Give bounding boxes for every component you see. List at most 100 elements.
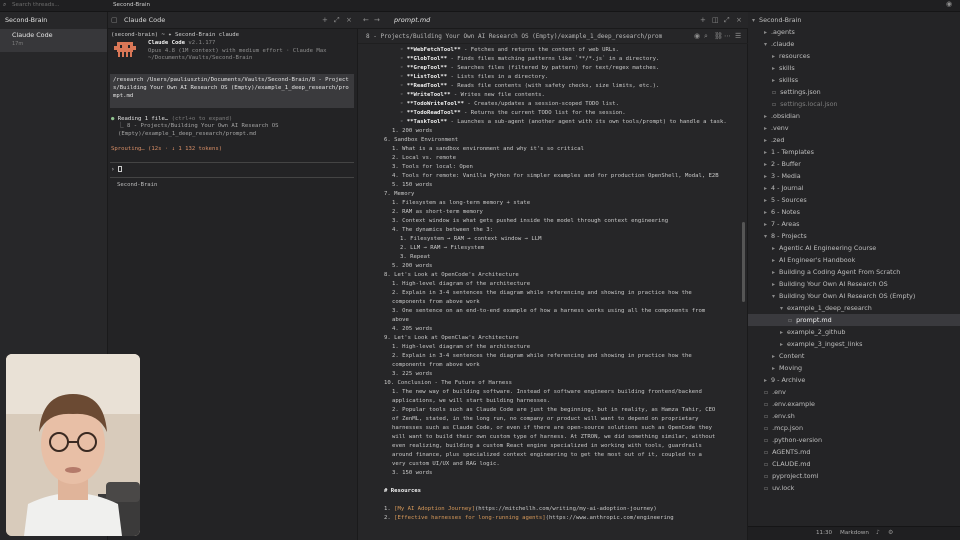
tree-item[interactable]: ▸ Building a Coding Agent From Scratch [748, 266, 960, 278]
tree-item[interactable]: ▫ .env.example [748, 398, 960, 410]
tree-item[interactable]: ▸ .obsidian [748, 110, 960, 122]
code-line[interactable]: 4. 205 words [358, 325, 742, 334]
split-icon[interactable]: ⤢ [334, 16, 340, 25]
search-icon[interactable]: ⌕ [704, 32, 708, 41]
editor-scrollbar[interactable] [742, 222, 745, 302]
tree-root[interactable]: ▾ Second-Brain [752, 14, 801, 26]
close-editor-icon[interactable]: × [736, 16, 742, 25]
tree-item[interactable]: ▾ 8 - Projects [748, 230, 960, 242]
tree-item[interactable]: ▫ .env [748, 386, 960, 398]
tree-item[interactable]: ▸ .agents [748, 26, 960, 38]
tree-item[interactable]: ▸ example_3_ingest_links [748, 338, 960, 350]
user-icon[interactable]: ◉ [946, 0, 952, 9]
tree-item[interactable]: ▫ .mcp.json [748, 422, 960, 434]
code-line[interactable]: ◦ **GrepTool** - Searches files (filtere… [358, 64, 742, 73]
bell-icon[interactable]: ♪ [876, 528, 880, 537]
code-area[interactable]: ◦ **WebFetchTool** - Fetches and returns… [358, 46, 742, 540]
code-line[interactable]: 8. Let's Look at OpenCode's Architecture [358, 271, 742, 280]
tree-item[interactable]: ▸ example_2_github [748, 326, 960, 338]
tree-item[interactable]: ▾ example_1_deep_research [748, 302, 960, 314]
tree-item[interactable]: ▸ 3 - Media [748, 170, 960, 182]
add-icon[interactable]: + [322, 16, 328, 25]
code-line[interactable]: # Resources [358, 487, 742, 496]
code-line[interactable]: 2. Popular tools such as Claude Code are… [358, 406, 742, 415]
code-line[interactable]: 2. Explain in 3-4 sentences the diagram … [358, 352, 742, 361]
tree-item[interactable]: ▫ pyproject.toml [748, 470, 960, 482]
tree-item[interactable]: ▫ prompt.md [748, 314, 960, 326]
code-line[interactable]: 10. Conclusion - The Future of Harness [358, 379, 742, 388]
code-line[interactable]: 2. LLM → RAM → Filesystem [358, 244, 742, 253]
tree-item[interactable]: ▫ .python-version [748, 434, 960, 446]
tree-item[interactable]: ▾ Building Your Own AI Research OS (Empty… [748, 290, 960, 302]
code-line[interactable]: even realizing, building a custom React … [358, 442, 742, 451]
tree-item[interactable]: ▫ uv.lock [748, 482, 960, 494]
tree-item[interactable]: ▸ 7 - Areas [748, 218, 960, 230]
language-mode[interactable]: Markdown [840, 529, 869, 538]
terminal-input[interactable]: › [111, 166, 123, 174]
tree-item[interactable]: ▸ Agentic AI Engineering Course [748, 242, 960, 254]
code-line[interactable]: components from above work [358, 298, 742, 307]
tree-item[interactable]: ▸ Content [748, 350, 960, 362]
code-line[interactable]: ◦ **TodoWriteTool** - Creates/updates a … [358, 100, 742, 109]
link-icon[interactable]: ⛓ [714, 32, 723, 41]
code-line[interactable]: 1. The new way of building software. Ins… [358, 388, 742, 397]
tree-item[interactable]: ▸ AI Engineer's Handbook [748, 254, 960, 266]
code-line[interactable]: 1. High-level diagram of the architectur… [358, 280, 742, 289]
settings-icon[interactable]: ⚙ [888, 528, 893, 537]
code-line[interactable]: 1. Filesystem as long-term memory + stat… [358, 199, 742, 208]
tree-item[interactable]: ▸ 9 - Archive [748, 374, 960, 386]
markdown-link[interactable]: [My AI Adoption Journey] [394, 506, 475, 512]
code-line[interactable]: ◦ **TodoReadTool** - Returns the current… [358, 109, 742, 118]
tree-item[interactable]: ▸ Building Your Own AI Research OS [748, 278, 960, 290]
code-line[interactable]: 9. Let's Look at OpenClaw's Architecture [358, 334, 742, 343]
more-icon[interactable]: ⋯ [724, 32, 731, 41]
tree-item[interactable]: ▫ .env.sh [748, 410, 960, 422]
code-line[interactable] [358, 478, 742, 487]
tree-item[interactable]: ▫ settings.json [748, 86, 960, 98]
back-arrow-icon[interactable]: ← [363, 16, 369, 25]
terminal-tab-title[interactable]: Claude Code [124, 16, 165, 25]
code-line[interactable]: 4. Tools for remote: Vanilla Python for … [358, 172, 742, 181]
search-threads-input[interactable]: Search threads... [12, 1, 60, 10]
tree-item[interactable]: ▸ 1 - Templates [748, 146, 960, 158]
tree-item[interactable]: ▸ Moving [748, 362, 960, 374]
code-line[interactable]: ◦ **GlobTool** - Finds files matching pa… [358, 55, 742, 64]
tree-item[interactable]: ▸ skills [748, 62, 960, 74]
tree-item[interactable]: ▸ skillss [748, 74, 960, 86]
tree-item[interactable]: ▸ 5 - Sources [748, 194, 960, 206]
tree-item[interactable]: ▸ 6 - Notes [748, 206, 960, 218]
code-line[interactable]: 1. High-level diagram of the architectur… [358, 343, 742, 352]
code-line[interactable]: 1. 200 words [358, 127, 742, 136]
code-line[interactable]: 7. Memory [358, 190, 742, 199]
code-line[interactable]: will want to build their own custom type… [358, 433, 742, 442]
code-line[interactable]: ◦ **ListTool** - Lists files in a direct… [358, 73, 742, 82]
list-icon[interactable]: ☰ [735, 32, 741, 41]
code-line[interactable]: 5. 200 words [358, 262, 742, 271]
code-line[interactable]: components from above work [358, 361, 742, 370]
tree-item[interactable]: ▾ .claude [748, 38, 960, 50]
markdown-link[interactable]: [Effective harnesses for long-running ag… [394, 515, 546, 521]
code-line[interactable]: 2. [Effective harnesses for long-running… [358, 514, 742, 523]
code-line[interactable]: 6. Sandbox Environment [358, 136, 742, 145]
code-line[interactable]: ◦ **ReadTool** - Reads file contents (wi… [358, 82, 742, 91]
breadcrumb[interactable]: 8 - Projects/Building Your Own AI Resear… [366, 33, 686, 40]
editor-tab-title[interactable]: prompt.md [394, 16, 430, 25]
code-line[interactable]: very custom UI/UX and RAG logic. [358, 460, 742, 469]
code-line[interactable]: applications, we will start building har… [358, 397, 742, 406]
tree-item[interactable]: ▫ CLAUDE.md [748, 458, 960, 470]
code-line[interactable]: ◦ **WriteTool** - Writes new file conten… [358, 91, 742, 100]
tree-item[interactable]: ▸ .venv [748, 122, 960, 134]
code-line[interactable]: of ZenML, stated, in the long run, no co… [358, 415, 742, 424]
code-line[interactable]: 3. 225 words [358, 370, 742, 379]
close-icon[interactable]: × [346, 16, 352, 25]
code-line[interactable]: 3. Context window is what gets pushed in… [358, 217, 742, 226]
code-line[interactable]: 2. Explain in 3-4 sentences the diagram … [358, 289, 742, 298]
code-line[interactable]: ◦ **WebFetchTool** - Fetches and returns… [358, 46, 742, 55]
split-editor-icon[interactable]: ◫ [712, 16, 719, 25]
code-line[interactable]: 1. What is a sandbox environment and why… [358, 145, 742, 154]
forward-arrow-icon[interactable]: → [374, 16, 380, 25]
add-tab-icon[interactable]: + [700, 16, 706, 25]
code-line[interactable]: harnesses such as Claude Code, or even i… [358, 424, 742, 433]
eye-icon[interactable]: ◉ [694, 32, 700, 41]
code-line[interactable] [358, 496, 742, 505]
